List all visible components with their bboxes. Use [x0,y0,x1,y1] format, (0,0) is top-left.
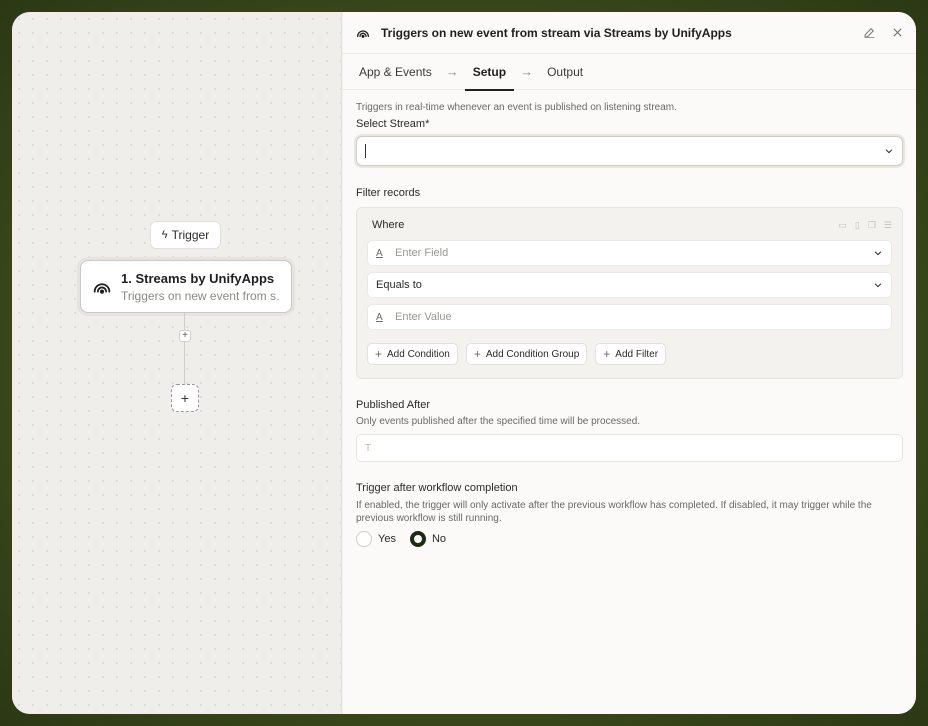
node-subtitle: Triggers on new event from stream via St… [121,288,281,303]
app-frame: ϟ Trigger 1. Streams by UnifyApps Trigge… [12,12,916,714]
config-panel: Triggers on new event from stream via St… [343,12,916,714]
add-node-button[interactable]: + [171,384,199,412]
operator-value: Equals to [376,279,422,291]
setup-description: Triggers in real-time whenever an event … [356,102,677,113]
insert-step-button[interactable]: + [179,330,191,342]
add-filter-label: Add Filter [615,348,659,360]
filter-records-label: Filter records [356,187,421,199]
radio-no-label: No [431,533,447,545]
connector-line [184,342,185,384]
add-condition-button[interactable]: + Add Condition [367,343,458,365]
operator-dropdown[interactable]: Equals to [367,272,892,298]
radio-no[interactable]: No [409,531,447,547]
filter-records-box: Where ▭ ▯ ❐ ☰ A Enter Field Equals to A … [356,207,903,379]
trigger-after-label: Trigger after workflow completion [356,482,518,494]
step-tabs: App & Events → Setup → Output [343,54,916,91]
panel-title-app: Streams by UnifyApps [603,25,732,40]
lightning-icon: ϟ [161,229,168,241]
tab-setup[interactable]: Setup [464,54,515,91]
add-condition-group-button[interactable]: + Add Condition Group [465,343,588,365]
plus-icon: + [375,347,383,361]
tab-output[interactable]: Output [547,54,583,90]
radio-circle[interactable] [356,531,372,547]
panel-header: Triggers on new event from stream via St… [343,12,916,54]
published-after-input[interactable]: T [356,434,903,462]
add-filter-button[interactable]: + Add Filter [595,343,667,365]
list-icon[interactable]: ☰ [884,220,892,231]
broadcast-icon [93,282,111,294]
trigger-after-hint: If enabled, the trigger will only activa… [356,500,872,524]
chevron-down-icon [885,149,893,154]
radio-yes-label: Yes [378,533,396,545]
trigger-after-radio-group: Yes No [356,531,903,547]
panel-title-text: Triggers on new event from stream via [381,25,601,40]
workflow-canvas[interactable]: ϟ Trigger 1. Streams by UnifyApps Trigge… [12,12,342,714]
where-label: Where [372,219,405,231]
text-cursor [365,144,366,158]
plus-icon: + [603,347,611,361]
arrow-right-icon: → [445,64,459,79]
add-condition-group-label: Add Condition Group [485,348,580,360]
arrow-right-icon: → [520,64,534,79]
workflow-node-streams[interactable]: 1. Streams by UnifyApps Triggers on new … [80,260,292,313]
trigger-chip[interactable]: ϟ Trigger [150,221,221,249]
text-type-icon: A [376,247,383,259]
add-condition-label: Add Condition [387,348,450,360]
plus-icon: + [473,347,481,361]
published-after-placeholder: T [365,442,372,454]
published-after-label: Published After [356,399,430,411]
trash-icon[interactable]: ▯ [855,220,860,231]
panel-title: Triggers on new event from stream via St… [381,26,732,40]
radio-circle-selected[interactable] [409,531,426,547]
filter-field-dropdown[interactable]: A Enter Field [367,240,892,266]
select-stream-dropdown[interactable] [356,136,903,166]
edit-icon[interactable] [862,26,876,40]
trigger-chip-label: Trigger [171,228,210,242]
chevron-down-icon [874,251,882,256]
tab-app-events[interactable]: App & Events [359,54,432,90]
comment-icon[interactable]: ▭ [838,220,847,231]
node-title: 1. Streams by UnifyApps [121,270,275,286]
text-type-icon: A [376,311,383,323]
filter-value-input[interactable]: A Enter Value [367,304,892,330]
field-placeholder: Enter Field [395,247,449,259]
connector-line [184,313,185,330]
setup-form: Triggers in real-time whenever an event … [343,90,916,559]
broadcast-icon [357,29,369,38]
chevron-down-icon [874,283,882,288]
published-after-hint: Only events published after the specifie… [356,416,641,427]
value-placeholder: Enter Value [395,311,452,323]
select-stream-label: Select Stream* [356,118,430,130]
copy-icon[interactable]: ❐ [868,220,876,231]
close-icon[interactable] [890,26,904,40]
radio-yes[interactable]: Yes [356,531,396,547]
